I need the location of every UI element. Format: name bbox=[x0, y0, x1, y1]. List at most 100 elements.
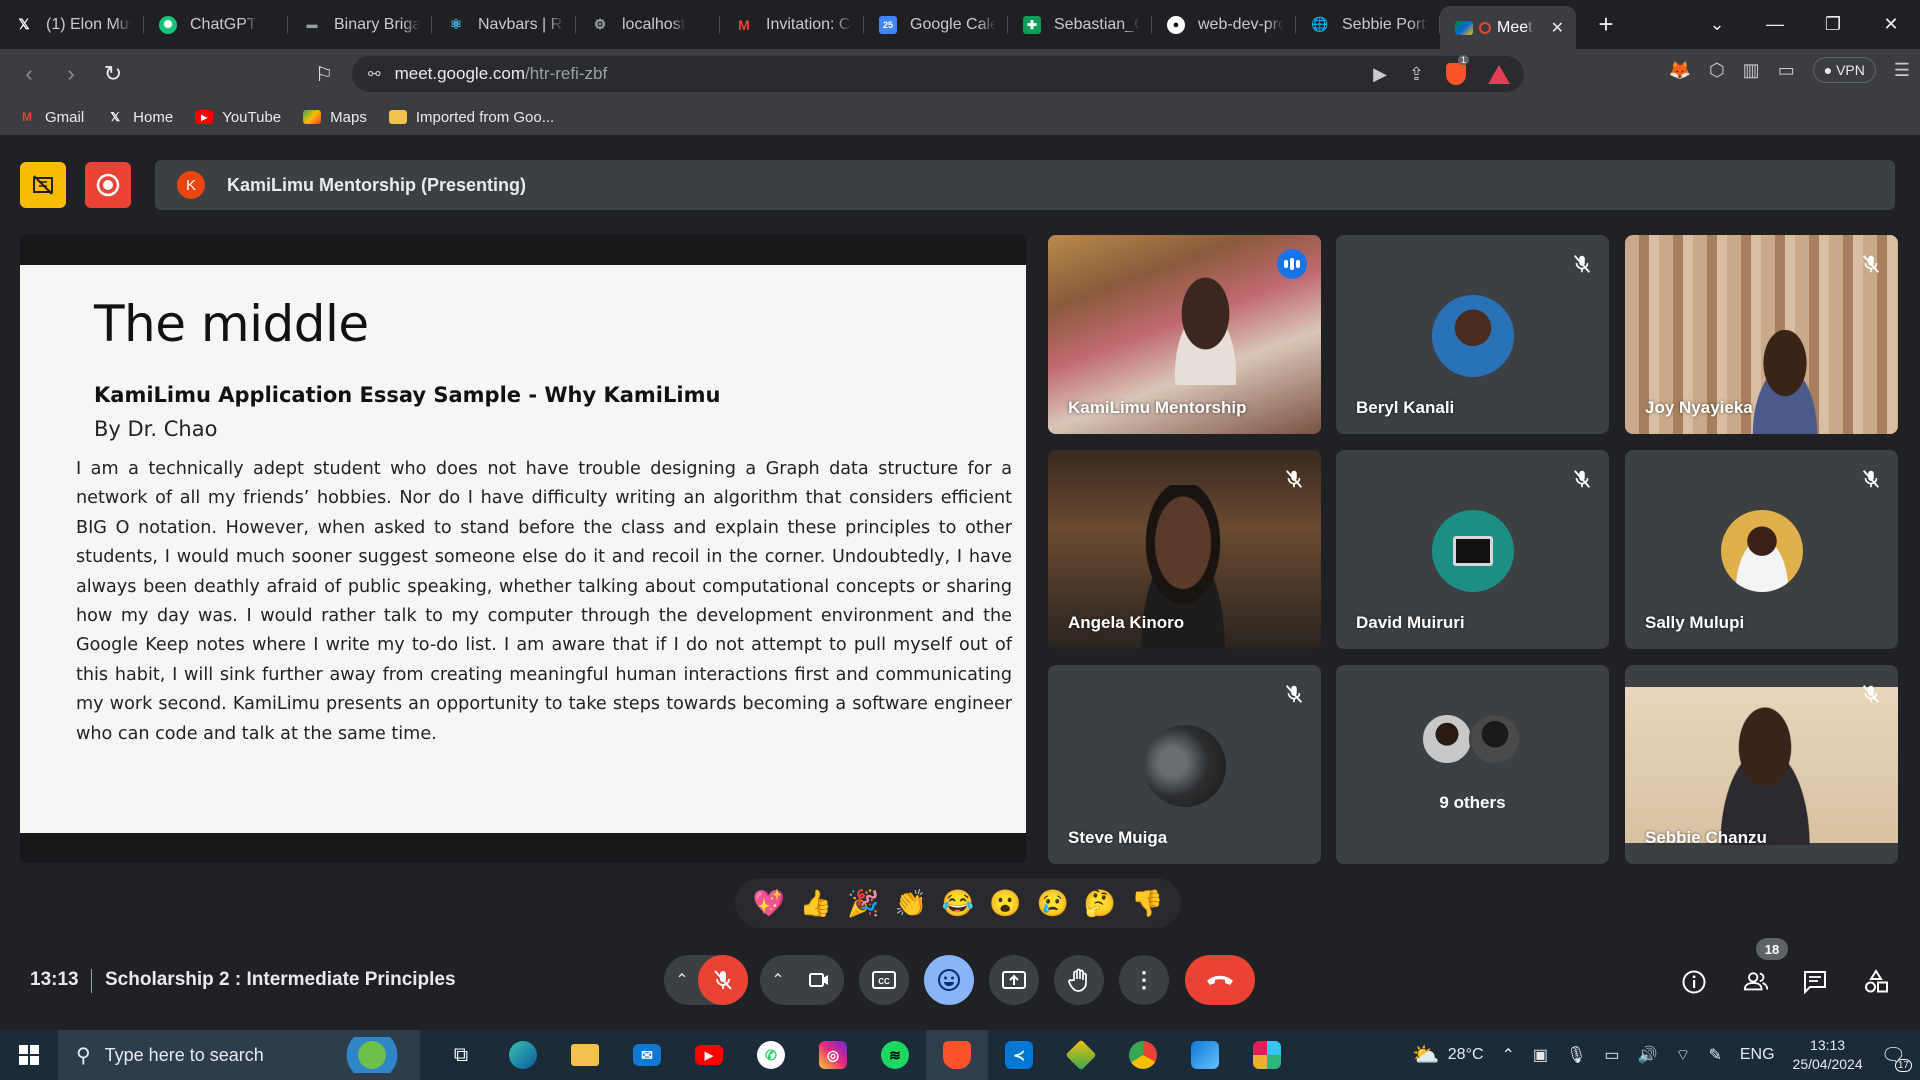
taskbar-photos[interactable] bbox=[1174, 1030, 1236, 1080]
maximize-button[interactable]: ❐ bbox=[1804, 14, 1862, 35]
camera-button[interactable] bbox=[794, 955, 844, 1005]
people-button[interactable] bbox=[1742, 968, 1770, 996]
leave-call-button[interactable] bbox=[1185, 955, 1255, 1005]
raise-hand-button[interactable] bbox=[1054, 955, 1104, 1005]
bookmark-maps[interactable]: Maps bbox=[303, 109, 367, 126]
reactions-button[interactable] bbox=[924, 955, 974, 1005]
wallet-icon[interactable]: ▭ bbox=[1778, 60, 1795, 81]
site-settings-icon[interactable]: ⚯ bbox=[368, 65, 381, 83]
taskbar-youtube[interactable]: ▶ bbox=[678, 1030, 740, 1080]
bookmark-youtube[interactable]: ▶ YouTube bbox=[195, 109, 281, 126]
notifications-button[interactable]: 🗨 17 bbox=[1881, 1043, 1912, 1072]
extensions-icon[interactable]: ⬡ bbox=[1709, 60, 1725, 81]
taskbar-git[interactable] bbox=[1050, 1030, 1112, 1080]
more-options-button[interactable]: ⋮ bbox=[1119, 955, 1169, 1005]
tab-sebbie-portfolio[interactable]: 🌐 Sebbie Portfo bbox=[1296, 0, 1440, 49]
taskbar-edge[interactable] bbox=[492, 1030, 554, 1080]
minimize-button[interactable]: — bbox=[1746, 14, 1804, 35]
taskbar-file-explorer[interactable] bbox=[554, 1030, 616, 1080]
activities-button[interactable] bbox=[1862, 968, 1890, 996]
bookmark-imported-folder[interactable]: Imported from Goo... bbox=[388, 109, 554, 126]
taskbar-search[interactable]: ⚲ Type here to search bbox=[58, 1030, 420, 1080]
taskbar-whatsapp[interactable]: ✆ bbox=[740, 1030, 802, 1080]
mic-options-caret[interactable]: ⌃ bbox=[666, 955, 698, 1005]
participant-tile[interactable]: KamiLimu Mentorship bbox=[1048, 235, 1321, 434]
weather-temp[interactable]: 28°C bbox=[1448, 1046, 1484, 1064]
tab-binary-brigade[interactable]: ▬ Binary Brigade bbox=[288, 0, 432, 49]
share-icon[interactable]: ⇪ bbox=[1409, 64, 1424, 85]
tray-overflow-icon[interactable]: ⌃ bbox=[1502, 1045, 1515, 1065]
captions-button[interactable]: CC bbox=[859, 955, 909, 1005]
participant-tile[interactable]: Sally Mulupi bbox=[1625, 450, 1898, 649]
taskbar-vscode[interactable]: ≺ bbox=[988, 1030, 1050, 1080]
participant-tile[interactable]: Beryl Kanali bbox=[1336, 235, 1609, 434]
wifi-icon[interactable]: ⌔ bbox=[1675, 1045, 1690, 1065]
participant-tile[interactable]: David Muiruri bbox=[1336, 450, 1609, 649]
reaction-sparkling-heart[interactable]: 💖 bbox=[752, 888, 784, 919]
participant-tile-others[interactable]: 9 others bbox=[1336, 665, 1609, 864]
reaction-thumbs-up[interactable]: 👍 bbox=[800, 888, 832, 919]
battery-icon[interactable]: ▭ bbox=[1604, 1045, 1619, 1065]
tab-elon-musk[interactable]: 𝕏 (1) Elon Musk bbox=[0, 0, 144, 49]
tab-localhost[interactable]: ⚙ localhost bbox=[576, 0, 720, 49]
participant-tile[interactable]: Joy Nyayieka bbox=[1625, 235, 1898, 434]
reaction-party-popper[interactable]: 🎉 bbox=[847, 888, 879, 919]
reload-button[interactable]: ↻ bbox=[92, 61, 134, 87]
camera-options-caret[interactable]: ⌃ bbox=[762, 955, 794, 1005]
tab-web-dev-pro[interactable]: ● web-dev-pro bbox=[1152, 0, 1296, 49]
taskbar-chrome[interactable] bbox=[1112, 1030, 1174, 1080]
present-now-button[interactable] bbox=[989, 955, 1039, 1005]
reaction-laughing[interactable]: 😂 bbox=[942, 888, 974, 919]
tab-chatgpt[interactable]: ✺ ChatGPT bbox=[144, 0, 288, 49]
back-button[interactable]: ‹ bbox=[8, 61, 50, 87]
reaction-clapping[interactable]: 👏 bbox=[894, 888, 926, 919]
taskbar-brave[interactable] bbox=[926, 1030, 988, 1080]
participant-tile[interactable]: Steve Muiga bbox=[1048, 665, 1321, 864]
participant-tile[interactable]: Sebbie Chanzu bbox=[1625, 665, 1898, 864]
taskbar-slack[interactable] bbox=[1236, 1030, 1298, 1080]
brave-rewards-icon[interactable] bbox=[1488, 64, 1510, 84]
tab-google-calendar[interactable]: 25 Google Calen bbox=[864, 0, 1008, 49]
camera-permission-icon[interactable]: ▶ bbox=[1373, 64, 1387, 85]
participant-video-figure bbox=[1158, 275, 1253, 385]
reaction-thumbs-down[interactable]: 👎 bbox=[1131, 888, 1163, 919]
bookmark-icon[interactable]: ⚐ bbox=[303, 62, 345, 87]
new-tab-button[interactable]: + bbox=[1586, 5, 1626, 45]
date-time[interactable]: 13:13 25/04/2024 bbox=[1793, 1036, 1863, 1074]
menu-icon[interactable]: ☰ bbox=[1894, 60, 1910, 81]
reaction-thinking[interactable]: 🤔 bbox=[1084, 888, 1116, 919]
start-button[interactable] bbox=[0, 1030, 58, 1080]
taskbar-spotify[interactable]: ≋ bbox=[864, 1030, 926, 1080]
tab-meet[interactable]: Meet ✕ bbox=[1440, 6, 1576, 49]
chat-button[interactable] bbox=[1801, 968, 1829, 996]
vpn-button[interactable]: ● VPN bbox=[1812, 57, 1876, 83]
tab-search-icon[interactable]: ⌄ bbox=[1688, 14, 1746, 35]
sidebar-icon[interactable]: ▥ bbox=[1743, 60, 1760, 81]
taskbar-instagram[interactable]: ◎ bbox=[802, 1030, 864, 1080]
meeting-details-button[interactable] bbox=[1680, 968, 1708, 996]
bookmark-gmail[interactable]: M Gmail bbox=[18, 109, 84, 126]
microphone-button[interactable] bbox=[698, 955, 748, 1005]
tab-navbars[interactable]: ⚛ Navbars | React bbox=[432, 0, 576, 49]
recording-button[interactable] bbox=[85, 162, 131, 208]
pen-icon[interactable]: ✎ bbox=[1708, 1045, 1721, 1065]
language-indicator[interactable]: ENG bbox=[1740, 1046, 1775, 1064]
forward-button[interactable]: › bbox=[50, 61, 92, 87]
presenting-indicator-button[interactable] bbox=[20, 162, 66, 208]
metamask-fox-icon[interactable]: 🦊 bbox=[1669, 60, 1691, 81]
close-tab-icon[interactable]: ✕ bbox=[1551, 18, 1564, 38]
reaction-surprised[interactable]: 😮 bbox=[989, 888, 1021, 919]
close-window-button[interactable]: ✕ bbox=[1862, 14, 1920, 35]
task-view-button[interactable]: ⧉ bbox=[430, 1030, 492, 1080]
bookmark-home[interactable]: 𝕏 Home bbox=[106, 109, 173, 126]
tab-sebastian-sheet[interactable]: ✚ Sebastian_C bbox=[1008, 0, 1152, 49]
reaction-crying[interactable]: 😢 bbox=[1036, 888, 1068, 919]
volume-icon[interactable]: 🔊 bbox=[1637, 1045, 1657, 1065]
brave-shields-button[interactable]: 1 bbox=[1446, 55, 1470, 85]
taskbar-mail[interactable]: ✉ bbox=[616, 1030, 678, 1080]
participant-name: David Muiruri bbox=[1356, 613, 1465, 632]
tab-invitation[interactable]: M Invitation: Co bbox=[720, 0, 864, 49]
participant-tile[interactable]: Angela Kinoro bbox=[1048, 450, 1321, 649]
address-bar[interactable]: ⚯ meet.google.com/htr-refi-zbf ▶ ⇪ 1 bbox=[352, 55, 1524, 92]
tab-label: Google Calen bbox=[910, 15, 996, 33]
